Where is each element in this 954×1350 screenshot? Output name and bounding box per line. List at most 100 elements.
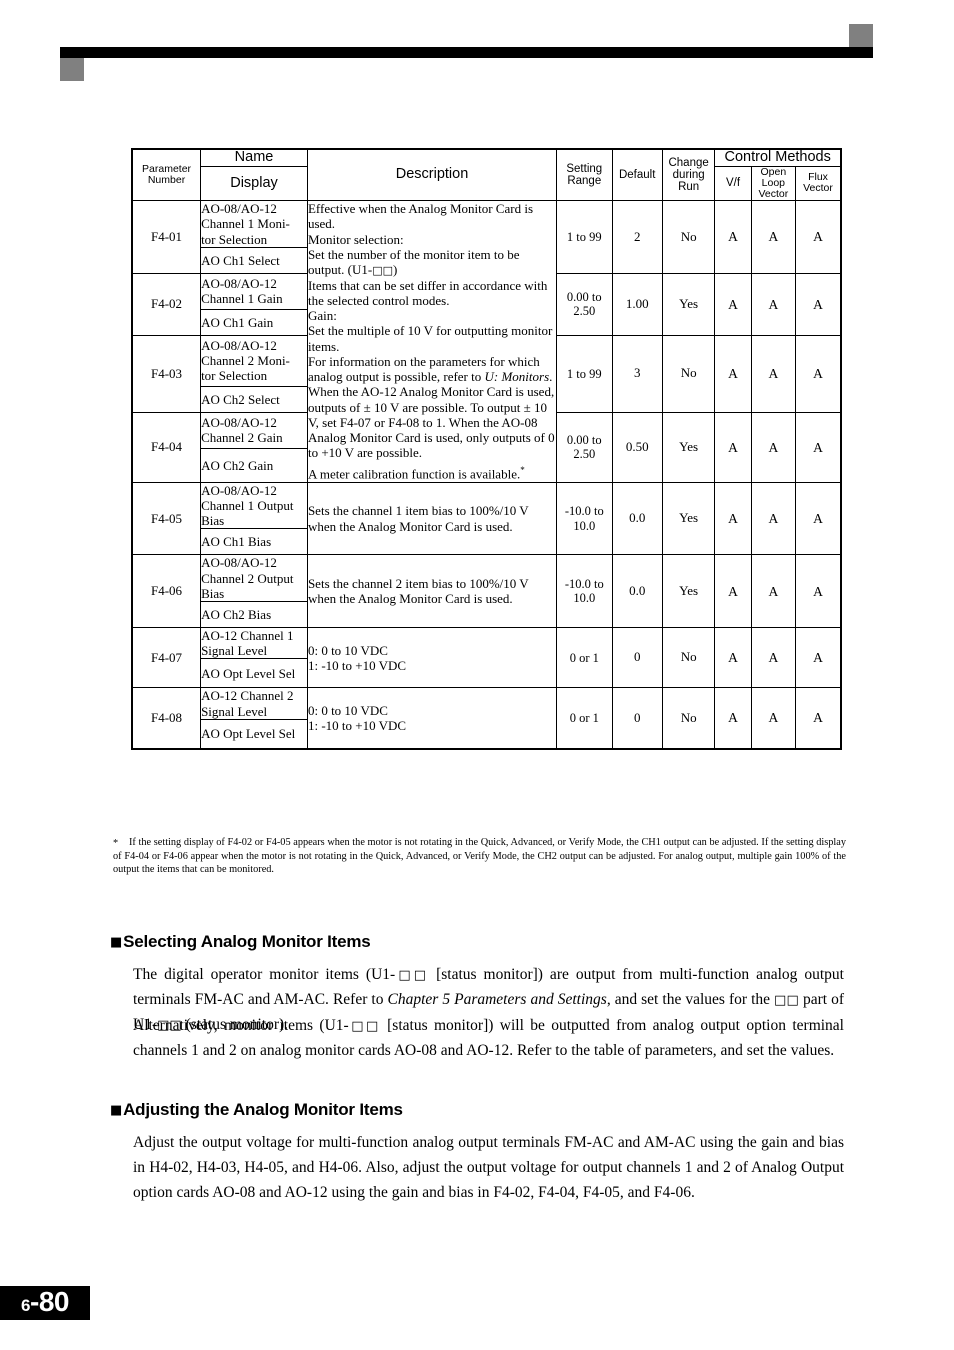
cell-parameter-number: F4-06 [131, 554, 202, 629]
header-change-during-run: Change during Run [661, 148, 716, 202]
para-sel-2-a: Alternatively, monitor items (U1- [133, 1017, 349, 1034]
para-sel-1-italic: Chapter 5 Parameters and Settings [387, 991, 607, 1009]
square-bullet-icon: ■ [110, 1103, 123, 1118]
cell-vf: A [714, 687, 752, 750]
cell-vf: A [714, 200, 752, 274]
cell-setting-range: 0 or 1 [556, 687, 613, 750]
cell-name: AO-08/AO-12 Channel 1 Output Bias [200, 481, 308, 530]
page-number-badge: 6 -80 [0, 1286, 90, 1320]
header-display: Display [200, 165, 308, 202]
cell-default: 0 [611, 687, 663, 750]
cell-vf: A [714, 411, 752, 483]
cell-display: AO Ch1 Bias [200, 528, 308, 556]
cell-setting-range: 1 to 99 [556, 200, 613, 274]
cell-change-during-run: Yes [661, 411, 716, 483]
cell-parameter-number: F4-01 [131, 200, 202, 274]
cell-display: AO Ch1 Gain [200, 308, 308, 336]
table-row: F4-08 AO-12 Channel 2 Signal Level 0: 0 t… [131, 687, 842, 750]
cell-default: 0 [611, 627, 663, 689]
desc-option-0: 0: 0 to 10 VDC [307, 702, 388, 718]
desc-line-9: A meter calibration function is availabl… [308, 465, 556, 482]
cell-open-loop-vector: A [750, 272, 797, 336]
cell-default: 1.00 [611, 272, 663, 336]
cell-change-during-run: Yes [661, 554, 716, 629]
header-parameter-number: Parameter Number [131, 148, 202, 202]
table-row: F4-07 AO-12 Channel 1 Signal Level 0: 0 t… [131, 627, 842, 689]
cell-default: 3 [611, 334, 663, 413]
cell-open-loop-vector: A [750, 334, 797, 413]
cell-description: 0: 0 to 10 VDC 1: -10 to +10 VDC [306, 687, 558, 750]
desc-line-2: Monitor selection: [307, 231, 404, 247]
cell-parameter-number: F4-07 [131, 627, 202, 689]
square-placeholder-icon: □□ [372, 264, 394, 278]
cell-name: AO-08/AO-12 Channel 2 Moni-tor Selection [200, 334, 308, 387]
header-setting-range: Setting Range [556, 148, 613, 202]
table-row: F4-05 AO-08/AO-12 Channel 1 Output Bias … [131, 481, 842, 556]
cell-display: AO Opt Level Sel [200, 718, 308, 750]
cell-default: 0.50 [611, 411, 663, 483]
cell-name: AO-08/AO-12 Channel 2 Output Bias [200, 554, 308, 603]
cell-vf: A [714, 481, 752, 556]
cell-name: AO-08/AO-12 Channel 1 Moni-tor Selection [200, 200, 308, 248]
cell-change-during-run: No [661, 200, 716, 274]
cell-change-during-run: No [661, 627, 716, 689]
desc-line-7-italic: U: Monitors [484, 369, 550, 385]
desc-line-3: Set the number of the monitor item to be… [308, 247, 556, 278]
header-open-loop-vector: Open Loop Vector [750, 165, 797, 202]
section-heading-adjusting-text: Adjusting the Analog Monitor Items [123, 1100, 403, 1119]
cell-parameter-number: F4-04 [131, 411, 202, 483]
cell-setting-range: -10.0 to 10.0 [556, 554, 613, 629]
section-heading-adjusting: ■Adjusting the Analog Monitor Items [110, 1100, 403, 1120]
header-default: Default [611, 148, 663, 202]
cell-change-during-run: Yes [661, 481, 716, 556]
page-number-chapter: 6 [21, 1296, 30, 1315]
cell-flux-vector: A [795, 411, 842, 483]
cell-display: AO Ch2 Gain [200, 447, 308, 483]
cell-change-during-run: Yes [661, 272, 716, 336]
cell-open-loop-vector: A [750, 481, 797, 556]
parameter-table-wrapper: Parameter Number Name Description Setting… [131, 148, 842, 750]
square-placeholder-icon: □□ [395, 968, 430, 983]
table-header-row-1: Parameter Number Name Description Setting… [131, 148, 842, 202]
cell-vf: A [714, 334, 752, 413]
footnote-marker-icon: * [520, 465, 525, 476]
header-name: Name [200, 148, 308, 167]
cell-vf: A [714, 627, 752, 689]
square-bullet-icon: ■ [110, 935, 123, 950]
header-decoration-square-right [849, 24, 873, 47]
cell-parameter-number: F4-08 [131, 687, 202, 750]
footnote-marker: * [113, 838, 119, 849]
header-description: Description [306, 148, 558, 202]
cell-parameter-number: F4-03 [131, 334, 202, 413]
desc-line-7: For information on the parameters for wh… [308, 354, 556, 384]
cell-parameter-number: F4-05 [131, 481, 202, 556]
desc-line-9-text: A meter calibration function is availabl… [307, 466, 521, 482]
desc-line-4: Items that can be set differ in accordan… [307, 277, 548, 309]
cell-vf: A [714, 272, 752, 336]
cell-open-loop-vector: A [750, 200, 797, 274]
desc-line-3-close: ) [393, 262, 398, 278]
footnote: * If the setting display of F4-02 or F4-… [113, 836, 846, 877]
paragraph-selecting-2: Alternatively, monitor items (U1-□□ [sta… [133, 1013, 844, 1063]
cell-name: AO-12 Channel 2 Signal Level [200, 687, 308, 720]
cell-open-loop-vector: A [750, 411, 797, 483]
section-heading-selecting-text: Selecting Analog Monitor Items [123, 932, 371, 951]
paragraph-adjusting-1: Adjust the output voltage for multi-func… [133, 1134, 844, 1202]
header-decoration-square-left [60, 58, 84, 81]
table-body: F4-01 AO-08/AO-12 Channel 1 Moni-tor Sel… [131, 200, 842, 750]
header-vf: V/f [714, 165, 752, 202]
cell-description-merged: Effective when the Analog Monitor Card i… [306, 200, 558, 483]
desc-option-1: 1: -10 to +10 VDC [307, 657, 407, 673]
cell-change-during-run: No [661, 334, 716, 413]
cell-setting-range: 1 to 99 [556, 334, 613, 413]
cell-name: AO-08/AO-12 Channel 2 Gain [200, 411, 308, 449]
desc-line-1: Effective when the Analog Monitor Card i… [307, 201, 533, 232]
cell-name: AO-08/AO-12 Channel 1 Gain [200, 272, 308, 310]
square-placeholder-icon: □□ [348, 1019, 381, 1034]
cell-setting-range: -10.0 to 10.0 [556, 481, 613, 556]
cell-description: Sets the channel 1 item bias to 100%/10 … [306, 481, 558, 556]
cell-display: AO Ch1 Select [200, 246, 308, 274]
cell-name: AO-12 Channel 1 Signal Level [200, 627, 308, 660]
cell-display: AO Ch2 Bias [200, 601, 308, 629]
cell-description: 0: 0 to 10 VDC 1: -10 to +10 VDC [306, 627, 558, 689]
